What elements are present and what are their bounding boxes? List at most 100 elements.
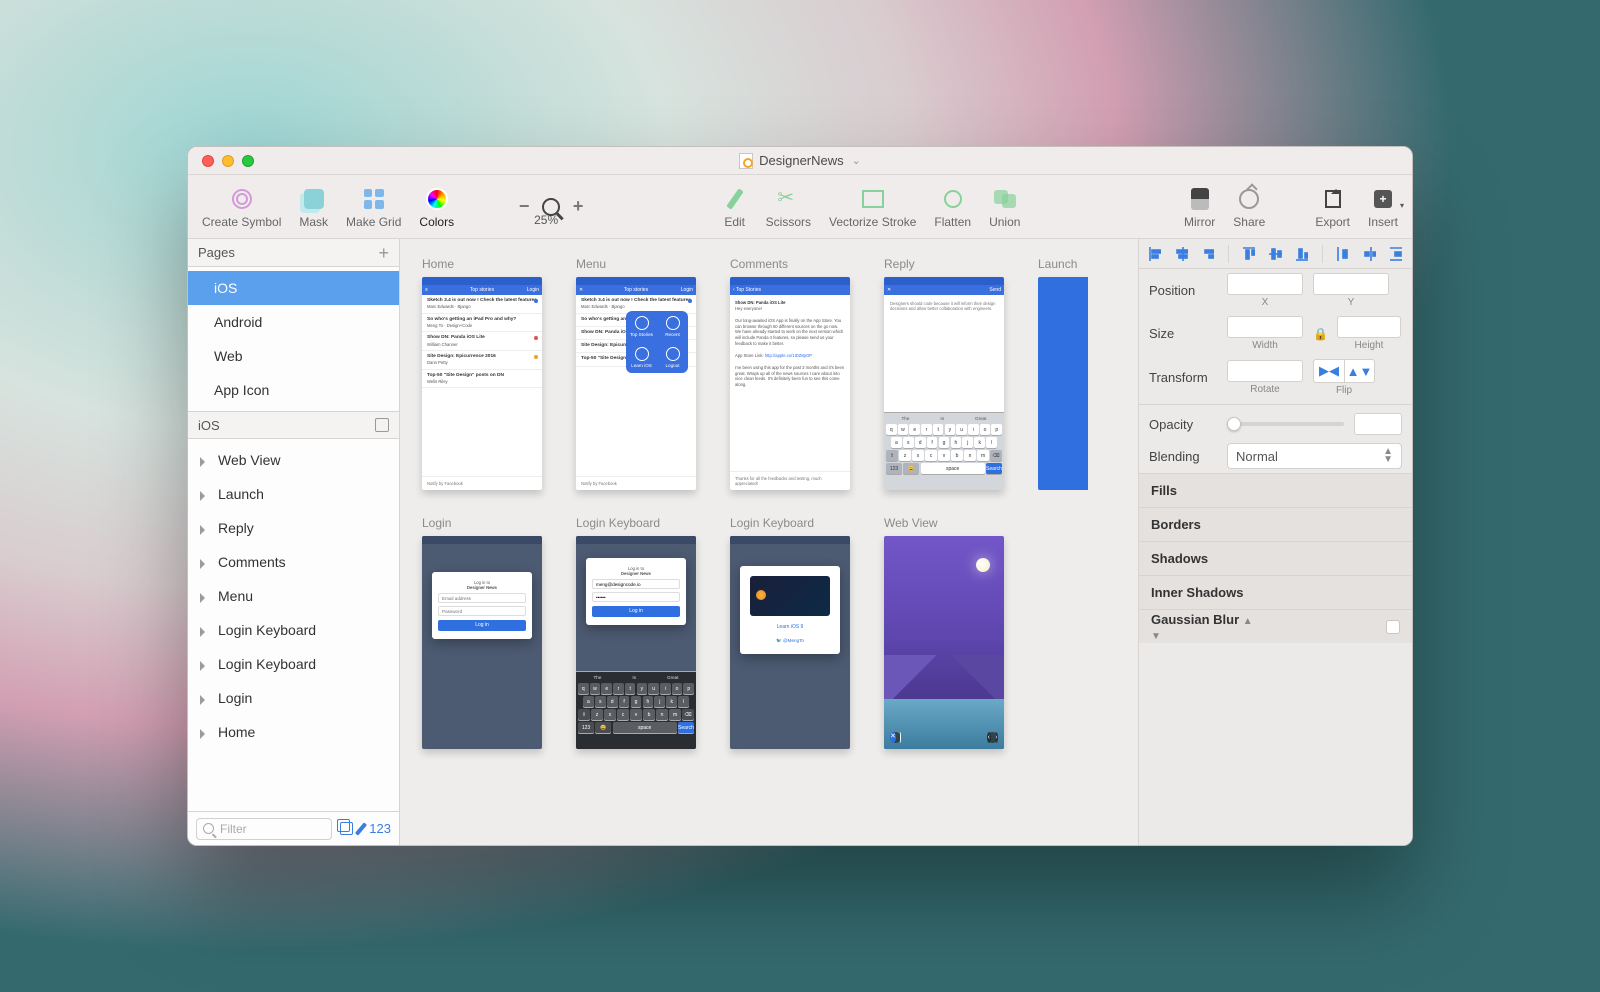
login-email-input xyxy=(438,593,526,603)
share-icon xyxy=(1239,189,1259,209)
insert-button[interactable]: ▾Insert xyxy=(1368,186,1398,228)
artboard-label: Launch xyxy=(1038,257,1088,271)
filter-placeholder: Filter xyxy=(220,822,247,836)
distribute-v-spacing-icon[interactable] xyxy=(1363,247,1375,261)
borders-section[interactable]: Borders xyxy=(1139,507,1412,541)
artboard-web-view[interactable]: Web View ✕ ‹› xyxy=(884,516,1004,749)
toolbar: Create Symbol Mask Make Grid Colors − + … xyxy=(188,175,1412,239)
alignment-toolbar xyxy=(1139,239,1412,269)
mask-icon xyxy=(304,189,324,209)
artboard-comments[interactable]: Comments ‹ Top Stories Show DN: Panda iO… xyxy=(730,257,850,490)
vectorize-button[interactable]: Vectorize Stroke xyxy=(829,186,916,228)
edit-toggle-icon[interactable] xyxy=(355,822,367,835)
zoom-in-button[interactable]: + xyxy=(568,197,588,217)
grid-icon xyxy=(364,189,384,209)
opacity-input[interactable] xyxy=(1354,413,1402,435)
layer-list: Web View Launch Reply Comments Menu Logi… xyxy=(188,439,399,753)
position-x-input[interactable] xyxy=(1227,273,1303,295)
add-page-button[interactable]: + xyxy=(378,244,389,262)
blending-dropdown[interactable]: Normal▲▼ xyxy=(1227,443,1402,469)
align-center-h-icon[interactable] xyxy=(1175,247,1187,261)
layer-item[interactable]: Launch xyxy=(188,477,399,511)
layer-item[interactable]: Login Keyboard xyxy=(188,647,399,681)
artboard-login[interactable]: Login Log in to Designer News Log in xyxy=(422,516,542,749)
transform-label: Transform xyxy=(1149,370,1217,385)
create-symbol-button[interactable]: Create Symbol xyxy=(202,186,281,228)
flatten-button[interactable]: Flatten xyxy=(934,186,971,228)
edit-button[interactable]: Edit xyxy=(722,186,748,228)
artboard-icon[interactable] xyxy=(375,418,389,432)
export-button[interactable]: Export xyxy=(1315,186,1350,228)
vectorize-icon xyxy=(862,190,884,208)
distribute-v-icon[interactable] xyxy=(1390,247,1402,261)
shadows-section[interactable]: Shadows xyxy=(1139,541,1412,575)
artboard-reply[interactable]: Reply ✕Send Designers should code becaus… xyxy=(884,257,1004,490)
align-top-icon[interactable] xyxy=(1243,247,1255,261)
align-left-icon[interactable] xyxy=(1149,247,1161,261)
chevron-down-icon: ⌄ xyxy=(852,154,861,167)
inner-shadows-section[interactable]: Inner Shadows xyxy=(1139,575,1412,609)
canvas-toggle-icon[interactable] xyxy=(340,822,353,835)
app-window: DesignerNews ⌄ Create Symbol Mask Make G… xyxy=(187,146,1413,846)
layer-item[interactable]: Reply xyxy=(188,511,399,545)
mirror-button[interactable]: Mirror xyxy=(1184,186,1215,228)
position-y-input[interactable] xyxy=(1313,273,1389,295)
artboard-login-keyboard[interactable]: Login Keyboard Log in to Designer News L… xyxy=(576,516,696,749)
fills-section[interactable]: Fills xyxy=(1139,473,1412,507)
artboards-header: iOS xyxy=(188,411,399,439)
blur-checkbox[interactable] xyxy=(1386,620,1400,634)
align-bottom-icon[interactable] xyxy=(1296,247,1308,261)
artboard-launch[interactable]: Launch xyxy=(1038,257,1088,490)
align-right-icon[interactable] xyxy=(1202,247,1214,261)
height-input[interactable] xyxy=(1337,316,1401,338)
blending-label: Blending xyxy=(1149,449,1217,464)
artboard-label: Login Keyboard xyxy=(576,516,696,530)
zoom-percent[interactable]: 25% xyxy=(534,214,558,226)
layer-item[interactable]: Home xyxy=(188,715,399,749)
pages-header: Pages + xyxy=(188,239,399,267)
width-input[interactable] xyxy=(1227,316,1303,338)
lock-aspect-icon[interactable]: 🔒 xyxy=(1313,327,1327,341)
flip-horizontal-button[interactable]: ▶◀ xyxy=(1314,360,1344,382)
layer-item[interactable]: Login xyxy=(188,681,399,715)
flip-vertical-button[interactable]: ▲▼ xyxy=(1344,360,1374,382)
gaussian-blur-section[interactable]: Gaussian Blur ▲▼ xyxy=(1139,609,1412,643)
position-label: Position xyxy=(1149,283,1217,298)
page-item-app-icon[interactable]: App Icon xyxy=(188,373,399,407)
titlebar: DesignerNews ⌄ xyxy=(188,147,1412,175)
zoom-out-button[interactable]: − xyxy=(514,197,534,217)
rotate-input[interactable] xyxy=(1227,360,1303,382)
layer-count: 123 xyxy=(369,821,391,836)
layer-item[interactable]: Menu xyxy=(188,579,399,613)
share-button[interactable]: Share xyxy=(1233,186,1265,228)
opacity-slider[interactable] xyxy=(1227,422,1344,426)
mask-button[interactable]: Mask xyxy=(299,186,328,228)
union-button[interactable]: Union xyxy=(989,186,1020,228)
layer-item[interactable]: Web View xyxy=(188,443,399,477)
filter-input[interactable]: Filter xyxy=(196,818,332,840)
layer-item[interactable]: Comments xyxy=(188,545,399,579)
export-icon xyxy=(1325,190,1341,208)
page-list: iOS Android Web App Icon xyxy=(188,267,399,411)
align-center-v-icon[interactable] xyxy=(1269,247,1281,261)
flatten-icon xyxy=(944,190,962,208)
artboard-menu[interactable]: Menu ✕Top storiesLogin Sketch 3.4 is out… xyxy=(576,257,696,490)
artboard-label: Web View xyxy=(884,516,1004,530)
colors-button[interactable]: Colors xyxy=(419,186,454,228)
artboard-label: Comments xyxy=(730,257,850,271)
distribute-h-icon[interactable] xyxy=(1337,247,1349,261)
make-grid-button[interactable]: Make Grid xyxy=(346,186,401,228)
page-item-ios[interactable]: iOS xyxy=(188,271,399,305)
login-password-input xyxy=(592,592,680,602)
artboard-login-keyboard-2[interactable]: Login Keyboard Learn iOS 9 🐦 @MengTo xyxy=(730,516,850,749)
canvas[interactable]: Home ≡Top storiesLogin Sketch 3.4 is out… xyxy=(400,239,1138,845)
page-item-android[interactable]: Android xyxy=(188,305,399,339)
scissors-icon: ✂ xyxy=(777,188,799,210)
scissors-button[interactable]: ✂Scissors xyxy=(766,186,811,228)
page-item-web[interactable]: Web xyxy=(188,339,399,373)
document-title-text: DesignerNews xyxy=(759,153,844,168)
login-email-input xyxy=(592,579,680,589)
document-title[interactable]: DesignerNews ⌄ xyxy=(188,153,1412,169)
artboard-home[interactable]: Home ≡Top storiesLogin Sketch 3.4 is out… xyxy=(422,257,542,490)
layer-item[interactable]: Login Keyboard xyxy=(188,613,399,647)
